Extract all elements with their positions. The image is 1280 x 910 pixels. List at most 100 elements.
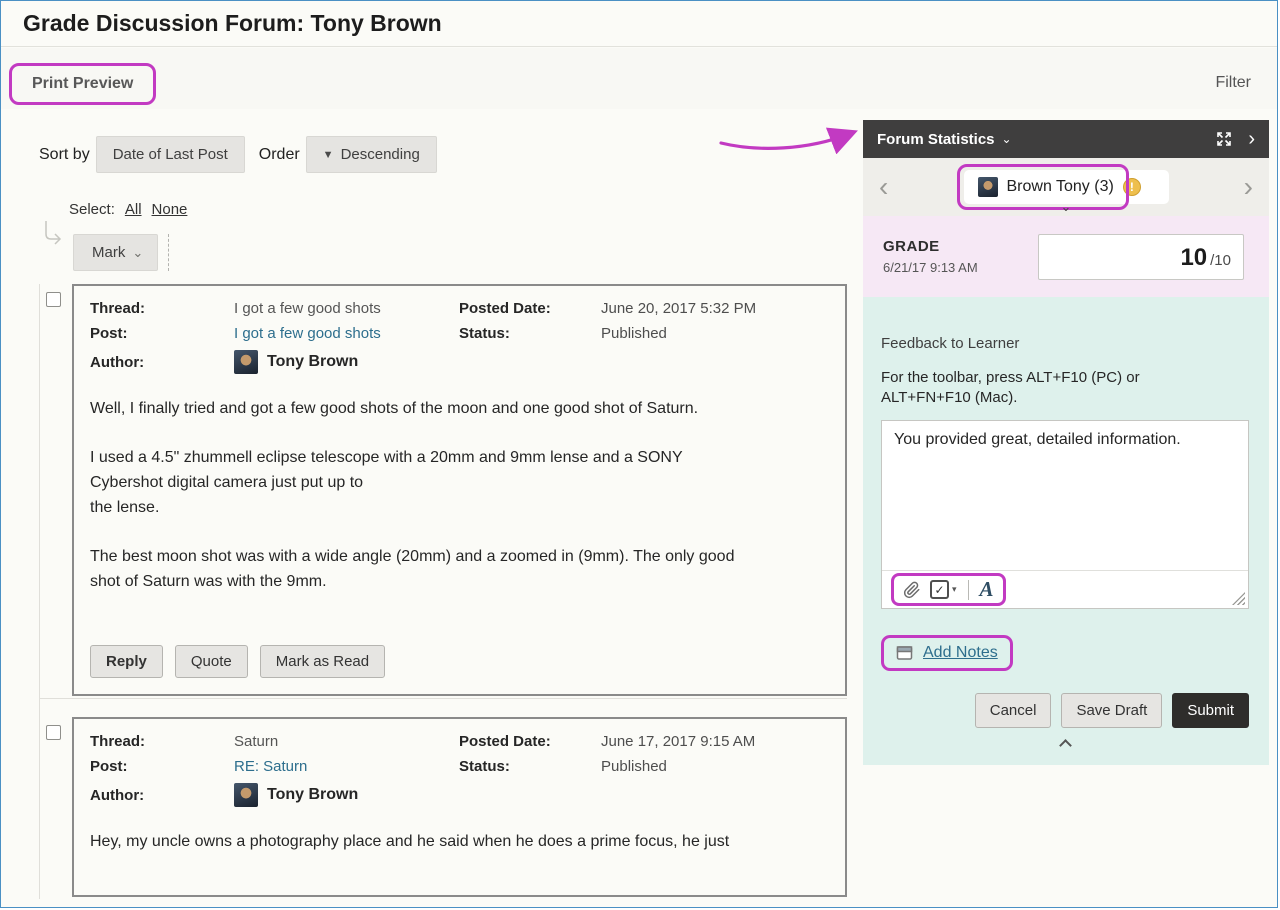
student-area: Brown Tony (3) ! ⌄ xyxy=(904,158,1227,216)
print-preview-button[interactable]: Print Preview xyxy=(32,75,133,92)
annotation-add-notes: Add Notes xyxy=(881,635,1013,671)
descending-icon: ▼ xyxy=(323,149,334,161)
add-notes-icon xyxy=(896,645,914,661)
sort-by-button[interactable]: Date of Last Post xyxy=(96,136,245,173)
post-paragraph: The best moon shot was with a wide angle… xyxy=(90,544,829,594)
select-controls: Select: All None xyxy=(69,201,847,218)
post-paragraph: I used a 4.5" zhummell eclipse telescope… xyxy=(90,445,829,520)
grade-section: GRADE 6/21/17 9:13 AM 10 /10 xyxy=(863,216,1269,297)
post-paragraph: Hey, my uncle owns a photography place a… xyxy=(90,829,829,854)
attachment-icon[interactable] xyxy=(903,581,921,599)
page-title: Grade Discussion Forum: Tony Brown xyxy=(23,10,442,37)
forum-statistics-button[interactable]: Forum Statistics ⌄ xyxy=(877,131,1012,148)
feedback-label: Feedback to Learner xyxy=(881,335,1249,352)
feedback-section: Feedback to Learner For the toolbar, pre… xyxy=(863,297,1269,765)
save-draft-button[interactable]: Save Draft xyxy=(1061,693,1162,728)
next-student-button[interactable]: › xyxy=(1228,173,1269,201)
student-dropdown-caret[interactable]: ⌄ xyxy=(1061,199,1072,215)
grade-label: GRADE xyxy=(883,238,978,255)
author-avatar xyxy=(234,783,258,807)
posted-date-label: Posted Date: xyxy=(459,733,601,750)
select-none-link[interactable]: None xyxy=(152,201,188,218)
author-value: Tony Brown xyxy=(234,350,829,374)
post-row: Thread: Saturn Posted Date: June 17, 201… xyxy=(40,717,847,899)
student-navigator: ‹ Brown Tony (3) ! ⌄ › xyxy=(863,158,1269,216)
post-row: Thread: I got a few good shots Posted Da… xyxy=(40,284,847,699)
collapse-section-button[interactable] xyxy=(881,741,1249,750)
elbow-arrow-icon xyxy=(41,220,63,246)
collapse-panel-icon[interactable]: › xyxy=(1248,129,1255,149)
mark-controls: Mark ⌄ xyxy=(73,234,847,271)
annotation-print-preview: Print Preview xyxy=(9,63,156,105)
post-link[interactable]: RE: Saturn xyxy=(234,758,459,775)
order-label: Order xyxy=(259,146,300,164)
panel-header: Forum Statistics ⌄ › xyxy=(863,120,1269,158)
thread-value: I got a few good shots xyxy=(234,300,459,317)
post-gutter xyxy=(40,717,72,897)
grade-meta: GRADE 6/21/17 9:13 AM xyxy=(883,238,978,275)
needs-grading-icon: ! xyxy=(1123,178,1141,196)
grade-input[interactable]: 10 /10 xyxy=(1038,234,1244,280)
action-bar: Print Preview Filter xyxy=(1,48,1277,109)
feedback-editor: You provided great, detailed information… xyxy=(881,420,1249,609)
panel-footer-area xyxy=(863,765,1269,906)
previous-student-button[interactable]: ‹ xyxy=(863,173,904,201)
author-name: Tony Brown xyxy=(267,353,358,371)
student-avatar xyxy=(978,177,998,197)
post-checkbox[interactable] xyxy=(46,725,61,740)
student-name: Brown Tony (3) xyxy=(1007,178,1114,196)
order-value: Descending xyxy=(341,146,420,163)
status-label: Status: xyxy=(459,758,601,775)
thread-value: Saturn xyxy=(234,733,459,750)
divider xyxy=(168,234,169,271)
mark-as-read-button[interactable]: Mark as Read xyxy=(260,645,385,678)
posts-list: Thread: I got a few good shots Posted Da… xyxy=(39,284,847,899)
posted-date-value: June 20, 2017 5:32 PM xyxy=(601,300,829,317)
post-header: Thread: Saturn Posted Date: June 17, 201… xyxy=(90,733,829,807)
author-label: Author: xyxy=(90,787,234,804)
author-value: Tony Brown xyxy=(234,783,829,807)
post-card: Thread: I got a few good shots Posted Da… xyxy=(72,284,847,696)
toolbar-hint: For the toolbar, press ALT+F10 (PC) or A… xyxy=(881,368,1191,407)
thread-label: Thread: xyxy=(90,733,234,750)
quote-button[interactable]: Quote xyxy=(175,645,248,678)
mark-button[interactable]: Mark ⌄ xyxy=(73,234,158,271)
resize-handle[interactable] xyxy=(1232,592,1245,605)
submit-button[interactable]: Submit xyxy=(1172,693,1249,728)
add-notes-link[interactable]: Add Notes xyxy=(923,644,998,662)
cancel-button[interactable]: Cancel xyxy=(975,693,1052,728)
spellcheck-button[interactable]: ✓ ▾ xyxy=(930,580,957,599)
post-card: Thread: Saturn Posted Date: June 17, 201… xyxy=(72,717,847,897)
post-link[interactable]: I got a few good shots xyxy=(234,325,459,342)
spellcheck-dropdown-caret: ▾ xyxy=(952,584,957,595)
author-label: Author: xyxy=(90,354,234,371)
status-label: Status: xyxy=(459,325,601,342)
post-checkbox[interactable] xyxy=(46,292,61,307)
title-bar: Grade Discussion Forum: Tony Brown xyxy=(1,1,1277,47)
order-button[interactable]: ▼ Descending xyxy=(306,136,437,173)
reply-button[interactable]: Reply xyxy=(90,645,163,678)
feedback-buttons: Cancel Save Draft Submit xyxy=(881,693,1249,728)
open-full-editor-icon[interactable]: A xyxy=(980,579,994,600)
status-value: Published xyxy=(601,325,829,342)
thread-label: Thread: xyxy=(90,300,234,317)
expand-icon[interactable] xyxy=(1216,131,1232,147)
posted-date-value: June 17, 2017 9:15 AM xyxy=(601,733,829,750)
post-actions: Reply Quote Mark as Read xyxy=(90,615,829,678)
select-all-link[interactable]: All xyxy=(125,201,142,218)
chevron-down-icon: ⌄ xyxy=(132,245,143,261)
grading-panel: Forum Statistics ⌄ › ‹ Brown Ton xyxy=(863,120,1269,906)
author-name: Tony Brown xyxy=(267,786,358,804)
filter-button[interactable]: Filter xyxy=(1215,74,1251,92)
thread-list: Sort by Date of Last Post Order ▼ Descen… xyxy=(39,136,847,899)
forum-statistics-label: Forum Statistics xyxy=(877,131,995,148)
sort-by-label: Sort by xyxy=(39,146,90,164)
author-avatar xyxy=(234,350,258,374)
select-label: Select: xyxy=(69,201,115,218)
post-gutter xyxy=(40,284,72,696)
grade-timestamp: 6/21/17 9:13 AM xyxy=(883,260,978,275)
feedback-textarea[interactable]: You provided great, detailed information… xyxy=(882,421,1248,570)
chevron-up-icon xyxy=(1059,739,1072,752)
spellcheck-icon: ✓ xyxy=(930,580,949,599)
chevron-down-icon: ⌄ xyxy=(1002,132,1012,146)
